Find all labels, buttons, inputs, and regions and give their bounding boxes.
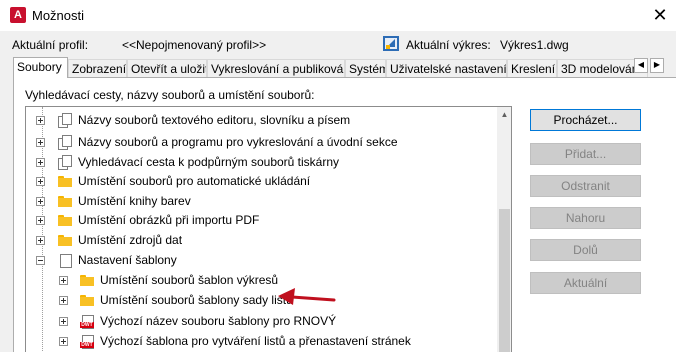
document-icon	[58, 253, 72, 268]
folder-icon	[58, 233, 72, 247]
tree-item-label: Umístění souborů pro automatické ukládán…	[78, 174, 311, 188]
collapse-icon[interactable]	[36, 256, 45, 265]
file-paths-tree[interactable]: Názvy souborů textového editoru, slovník…	[25, 106, 512, 352]
tree-item-label: Výchozí šablona pro vytváření listů a př…	[100, 334, 411, 348]
expand-icon[interactable]	[36, 158, 45, 167]
tab-plot-publish[interactable]: Vykreslování a publikování	[207, 59, 345, 77]
folder-icon	[80, 273, 94, 287]
window-title: Možnosti	[32, 8, 85, 23]
move-up-button[interactable]: Nahoru	[530, 207, 641, 229]
tree-item-label: Výchozí název souboru šablony pro RNOVÝ	[100, 314, 337, 328]
tree-item-label: Názvy souborů a programu pro vykreslován…	[78, 135, 398, 149]
expand-icon[interactable]	[36, 177, 45, 186]
red-arrow-annotation	[278, 288, 336, 305]
tree-item-label: Umístění zdrojů dat	[78, 233, 183, 247]
remove-button[interactable]: Odstranit	[530, 175, 641, 197]
tab-user-preferences[interactable]: Uživatelské nastavení	[386, 59, 507, 77]
dwt-file-icon	[80, 334, 94, 349]
documents-icon	[58, 155, 72, 170]
tree-item-label: Umístění souborů šablony sady listů	[100, 293, 293, 307]
scrollbar-thumb[interactable]	[499, 209, 510, 352]
tree-item-label: Umístění souborů šablon výkresů	[100, 273, 279, 287]
tab-files[interactable]: Soubory	[13, 57, 68, 78]
tab-open-save[interactable]: Otevřít a uložit	[127, 59, 207, 77]
expand-icon[interactable]	[36, 116, 45, 125]
tab-display[interactable]: Zobrazení	[68, 59, 127, 77]
documents-icon	[58, 113, 72, 128]
folder-icon	[58, 194, 72, 208]
tab-strip: Soubory Zobrazení Otevřít a uložit Vykre…	[13, 57, 648, 78]
current-profile-value: <<Nepojmenovaný profil>>	[122, 38, 267, 52]
expand-icon[interactable]	[59, 337, 68, 346]
expand-icon[interactable]	[59, 276, 68, 285]
section-label: Vyhledávací cesty, názvy souborů a umíst…	[25, 88, 315, 102]
expand-icon[interactable]	[36, 197, 45, 206]
tab-scroll-right-icon[interactable]: ▶	[650, 58, 664, 73]
documents-icon	[58, 135, 72, 150]
tab-scroll-left-icon[interactable]: ◀	[634, 58, 648, 73]
folder-icon	[58, 213, 72, 227]
drawing-icon	[383, 36, 399, 51]
expand-icon[interactable]	[36, 236, 45, 245]
add-button[interactable]: Přidat...	[530, 143, 641, 165]
expand-icon[interactable]	[59, 317, 68, 326]
set-current-button[interactable]: Aktuální	[530, 272, 641, 294]
tab-drafting[interactable]: Kreslení	[507, 59, 557, 77]
expand-icon[interactable]	[36, 138, 45, 147]
close-icon[interactable]: ✕	[648, 3, 672, 27]
tree-item-label: Názvy souborů textového editoru, slovník…	[78, 113, 351, 127]
tree-item-label: Umístění obrázků při importu PDF	[78, 213, 260, 227]
tree-item-label: Nastavení šablony	[78, 253, 177, 267]
current-drawing-value: Výkres1.dwg	[500, 38, 569, 52]
expand-icon[interactable]	[36, 216, 45, 225]
folder-icon	[80, 293, 94, 307]
scroll-up-icon[interactable]: ▲	[497, 110, 511, 120]
tree-item-label: Umístění knihy barev	[78, 194, 191, 208]
browse-button[interactable]: Procházet...	[530, 109, 641, 131]
autocad-app-icon: A	[10, 7, 26, 23]
folder-icon	[58, 174, 72, 188]
title-bar: A Možnosti ✕	[0, 0, 676, 31]
dwt-file-icon	[80, 314, 94, 329]
current-profile-label: Aktuální profil:	[12, 38, 89, 52]
move-down-button[interactable]: Dolů	[530, 239, 641, 261]
expand-icon[interactable]	[59, 296, 68, 305]
tab-system[interactable]: Systém	[345, 59, 386, 77]
tree-item-label: Vyhledávací cesta k podpůrným souborů ti…	[78, 155, 340, 169]
current-drawing-label: Aktuální výkres:	[406, 38, 491, 52]
